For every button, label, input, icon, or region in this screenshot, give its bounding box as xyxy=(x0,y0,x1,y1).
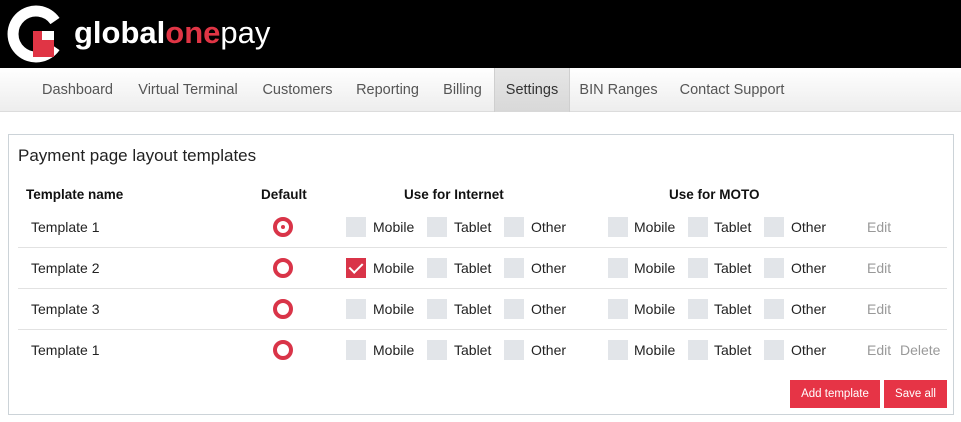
moto-mobile-checkbox[interactable] xyxy=(608,258,628,278)
moto-other-checkbox[interactable] xyxy=(764,217,784,237)
internet-tablet-checkbox[interactable] xyxy=(427,340,447,360)
internet-tablet-label: Tablet xyxy=(454,301,492,317)
default-radio[interactable] xyxy=(273,217,293,237)
header-template-name: Template name xyxy=(26,187,124,202)
moto-tablet-label: Tablet xyxy=(714,342,752,358)
internet-mobile-checkbox[interactable] xyxy=(346,299,366,319)
internet-mobile-checkbox[interactable] xyxy=(346,340,366,360)
save-all-button[interactable]: Save all xyxy=(884,380,947,408)
internet-tablet-checkbox[interactable] xyxy=(427,258,447,278)
internet-tablet-label: Tablet xyxy=(454,260,492,276)
table-row: Template 1 Mobile Tablet Other Mobile Tablet O… xyxy=(18,207,947,248)
internet-other-label: Other xyxy=(531,301,567,317)
internet-mobile-label: Mobile xyxy=(373,260,415,276)
moto-other-checkbox[interactable] xyxy=(764,299,784,319)
internet-other-label: Other xyxy=(531,219,567,235)
moto-other-checkbox[interactable] xyxy=(764,258,784,278)
nav-customers[interactable]: Customers xyxy=(251,68,344,112)
default-radio[interactable] xyxy=(273,299,293,319)
panel-title: Payment page layout templates xyxy=(18,146,257,165)
internet-other-checkbox[interactable] xyxy=(504,299,524,319)
nav-bin-ranges[interactable]: BIN Ranges xyxy=(570,68,667,112)
brand-name[interactable]: globalonepay xyxy=(74,14,270,52)
internet-tablet-label: Tablet xyxy=(454,342,492,358)
main-nav: Dashboard Virtual Terminal Customers Rep… xyxy=(0,68,961,112)
edit-link[interactable]: Edit xyxy=(867,219,891,235)
header-use-for-moto: Use for MOTO xyxy=(669,187,760,202)
internet-mobile-label: Mobile xyxy=(373,342,415,358)
nav-dashboard[interactable]: Dashboard xyxy=(30,68,125,112)
brand-name-part1: global xyxy=(74,15,166,50)
default-radio[interactable] xyxy=(273,340,293,360)
nav-settings[interactable]: Settings xyxy=(494,68,570,112)
moto-tablet-checkbox[interactable] xyxy=(688,258,708,278)
moto-other-label: Other xyxy=(791,301,827,317)
table-row: Template 1 Mobile Tablet Other Mobile Tablet O… xyxy=(18,330,947,371)
moto-tablet-label: Tablet xyxy=(714,301,752,317)
edit-link[interactable]: Edit xyxy=(867,301,891,317)
internet-mobile-label: Mobile xyxy=(373,301,415,317)
moto-mobile-label: Mobile xyxy=(634,260,676,276)
default-radio[interactable] xyxy=(273,258,293,278)
moto-mobile-label: Mobile xyxy=(634,301,676,317)
template-name: Template 1 xyxy=(31,219,100,235)
internet-other-checkbox[interactable] xyxy=(504,258,524,278)
internet-tablet-checkbox[interactable] xyxy=(427,299,447,319)
globalonepay-logo-icon[interactable] xyxy=(6,5,64,63)
brand-name-part2: one xyxy=(165,15,221,50)
moto-tablet-checkbox[interactable] xyxy=(688,299,708,319)
delete-link[interactable]: Delete xyxy=(900,342,940,358)
internet-mobile-checkbox[interactable] xyxy=(346,258,366,278)
moto-mobile-checkbox[interactable] xyxy=(608,217,628,237)
moto-tablet-checkbox[interactable] xyxy=(688,340,708,360)
template-name: Template 3 xyxy=(31,301,100,317)
nav-contact-support[interactable]: Contact Support xyxy=(667,68,797,112)
moto-other-label: Other xyxy=(791,219,827,235)
header-use-for-internet: Use for Internet xyxy=(404,187,504,202)
moto-mobile-checkbox[interactable] xyxy=(608,340,628,360)
internet-other-checkbox[interactable] xyxy=(504,217,524,237)
templates-panel: Payment page layout templates Template n… xyxy=(8,134,954,415)
moto-other-checkbox[interactable] xyxy=(764,340,784,360)
add-template-button[interactable]: Add template xyxy=(790,380,880,408)
internet-mobile-label: Mobile xyxy=(373,219,415,235)
edit-link[interactable]: Edit xyxy=(867,342,891,358)
moto-tablet-label: Tablet xyxy=(714,219,752,235)
moto-tablet-label: Tablet xyxy=(714,260,752,276)
moto-mobile-label: Mobile xyxy=(634,219,676,235)
header-default: Default xyxy=(261,187,307,202)
template-name: Template 2 xyxy=(31,260,100,276)
internet-tablet-checkbox[interactable] xyxy=(427,217,447,237)
moto-tablet-checkbox[interactable] xyxy=(688,217,708,237)
internet-other-label: Other xyxy=(531,342,567,358)
internet-mobile-checkbox[interactable] xyxy=(346,217,366,237)
nav-billing[interactable]: Billing xyxy=(431,68,494,112)
internet-other-label: Other xyxy=(531,260,567,276)
app-header: globalonepay xyxy=(0,0,961,68)
template-name: Template 1 xyxy=(31,342,100,358)
moto-mobile-label: Mobile xyxy=(634,342,676,358)
internet-tablet-label: Tablet xyxy=(454,219,492,235)
nav-reporting[interactable]: Reporting xyxy=(344,68,431,112)
moto-other-label: Other xyxy=(791,342,827,358)
brand-name-part3: pay xyxy=(220,15,271,50)
nav-virtual-terminal[interactable]: Virtual Terminal xyxy=(125,68,251,112)
edit-link[interactable]: Edit xyxy=(867,260,891,276)
moto-other-label: Other xyxy=(791,260,827,276)
moto-mobile-checkbox[interactable] xyxy=(608,299,628,319)
table-row: Template 2 Mobile Tablet Other Mobile Tablet O… xyxy=(18,248,947,289)
table-row: Template 3 Mobile Tablet Other Mobile Tablet O… xyxy=(18,289,947,330)
internet-other-checkbox[interactable] xyxy=(504,340,524,360)
